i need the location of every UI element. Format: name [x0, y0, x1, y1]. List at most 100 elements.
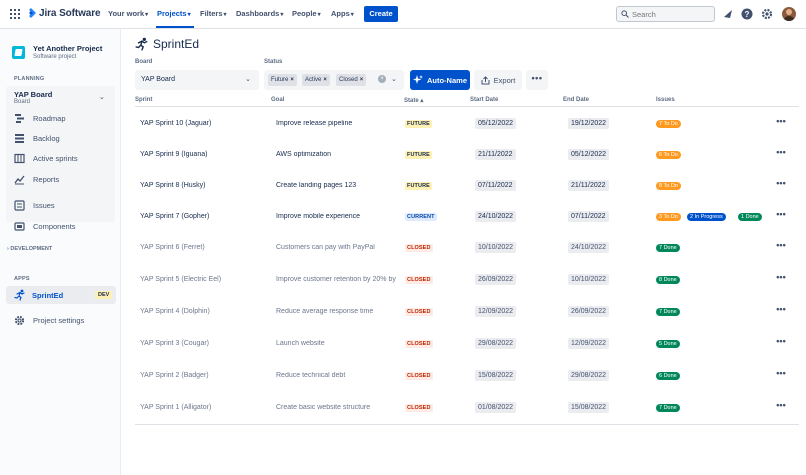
end-date[interactable]: 21/11/2022	[568, 180, 609, 191]
sidebar-item-active-sprints[interactable]: Active sprints	[14, 151, 78, 165]
sprint-goal: Improve customer retention by 20% by	[276, 276, 396, 283]
jira-logo[interactable]: Jira Software	[26, 8, 101, 19]
board-subtitle: Board	[14, 99, 31, 105]
start-date[interactable]: 01/08/2022	[475, 402, 517, 413]
nav-label: Your work	[108, 9, 145, 18]
row-actions-button[interactable]: •••	[772, 304, 790, 318]
column-header-start-date[interactable]: Start Date	[470, 97, 498, 103]
nav-projects[interactable]: Projects▾	[157, 9, 191, 18]
start-date[interactable]: 12/09/2022	[475, 306, 517, 317]
board-select[interactable]: YAP Board ⌄	[135, 70, 259, 90]
development-section[interactable]: › DEVELOPMENT	[7, 246, 52, 252]
sidebar-item-sprinted[interactable]: SprintEd DEV	[6, 286, 116, 304]
table-row[interactable]: YAP Sprint 7 (Gopher) Improve mobile expe…	[135, 202, 799, 233]
column-header-state[interactable]: State ▴	[404, 97, 423, 104]
notifications-icon[interactable]	[722, 8, 734, 20]
table-row[interactable]: YAP Sprint 9 (Iguana) AWS optimization FUT…	[135, 140, 799, 171]
column-header-end-date[interactable]: End Date	[563, 97, 589, 103]
start-date[interactable]: 26/09/2022	[475, 274, 517, 285]
start-date[interactable]: 21/11/2022	[475, 149, 516, 160]
sidebar-item-reports[interactable]: Reports	[14, 172, 59, 186]
table-row[interactable]: YAP Sprint 6 (Ferret) Customers can pay w…	[135, 233, 799, 264]
table-row[interactable]: YAP Sprint 10 (Jaguar) Improve release pi…	[135, 109, 799, 140]
status-chip-active[interactable]: Active ×	[302, 74, 330, 86]
create-button[interactable]: Create	[364, 6, 398, 22]
table-row[interactable]: YAP Sprint 2 (Badger) Reduce technical de…	[135, 361, 799, 392]
row-actions-button[interactable]: •••	[772, 336, 790, 350]
export-button[interactable]: Export	[474, 70, 522, 90]
chevron-down-icon[interactable]: ⌄	[391, 75, 397, 83]
nav-your-work[interactable]: Your work▾	[108, 9, 148, 18]
nav-people[interactable]: People▾	[292, 9, 321, 18]
sidebar-item-project-settings[interactable]: Project settings	[14, 313, 84, 327]
remove-chip-icon[interactable]: ×	[360, 77, 364, 83]
end-date[interactable]: 12/09/2022	[568, 338, 610, 349]
sprint-name[interactable]: YAP Sprint 6 (Ferret)	[140, 244, 205, 251]
sprint-name[interactable]: YAP Sprint 8 (Husky)	[140, 182, 206, 189]
table-row[interactable]: YAP Sprint 3 (Cougar) Launch website CLOSE…	[135, 329, 799, 360]
table-row[interactable]: YAP Sprint 4 (Dolphin) Reduce average res…	[135, 297, 799, 328]
sidebar-item-issues[interactable]: Issues	[14, 198, 55, 212]
sprint-name[interactable]: YAP Sprint 5 (Electric Eel)	[140, 276, 221, 283]
table-row[interactable]: YAP Sprint 5 (Electric Eel) Improve custo…	[135, 265, 799, 296]
end-date[interactable]: 24/10/2022	[568, 242, 610, 253]
nav-apps[interactable]: Apps▾	[331, 9, 354, 18]
end-date[interactable]: 19/12/2022	[568, 118, 610, 129]
end-date[interactable]: 15/08/2022	[568, 402, 610, 413]
sprint-name[interactable]: YAP Sprint 2 (Badger)	[140, 372, 209, 379]
start-date[interactable]: 29/08/2022	[475, 338, 517, 349]
row-actions-button[interactable]: •••	[772, 272, 790, 286]
sidebar-item-components[interactable]: Components	[14, 219, 76, 233]
start-date[interactable]: 24/10/2022	[475, 211, 517, 222]
clear-icon[interactable]: ×	[378, 75, 386, 83]
sprint-name[interactable]: YAP Sprint 3 (Cougar)	[140, 340, 209, 347]
sprint-name[interactable]: YAP Sprint 9 (Iguana)	[140, 151, 207, 158]
search-input[interactable]	[632, 8, 712, 20]
remove-chip-icon[interactable]: ×	[323, 77, 327, 83]
row-actions-button[interactable]: •••	[772, 209, 790, 223]
nav-filters[interactable]: Filters▾	[200, 9, 227, 18]
search-box[interactable]	[616, 6, 715, 22]
app-switcher-icon[interactable]	[10, 9, 20, 19]
row-actions-button[interactable]: •••	[772, 240, 790, 254]
end-date[interactable]: 07/11/2022	[568, 211, 609, 222]
table-row[interactable]: YAP Sprint 8 (Husky) Create landing pages…	[135, 171, 799, 202]
column-header-goal[interactable]: Goal	[271, 97, 284, 103]
row-actions-button[interactable]: •••	[772, 400, 790, 414]
state-lozenge: CURRENT	[405, 213, 437, 221]
end-date[interactable]: 29/08/2022	[568, 370, 610, 381]
status-chip-future[interactable]: Future ×	[268, 74, 297, 86]
sprint-name[interactable]: YAP Sprint 10 (Jaguar)	[140, 120, 211, 127]
end-date[interactable]: 10/10/2022	[568, 274, 610, 285]
row-actions-button[interactable]: •••	[772, 178, 790, 192]
column-header-sprint[interactable]: Sprint	[135, 97, 152, 103]
start-date[interactable]: 15/08/2022	[475, 370, 517, 381]
auto-name-button[interactable]: Auto-Name	[410, 70, 470, 90]
project-name[interactable]: Yet Another Project	[33, 44, 102, 53]
end-date[interactable]: 26/09/2022	[568, 306, 610, 317]
nav-dashboards[interactable]: Dashboards▾	[236, 9, 283, 18]
status-select[interactable]: Future × Active × Closed × × ⌄	[264, 70, 404, 90]
sprint-name[interactable]: YAP Sprint 7 (Gopher)	[140, 213, 209, 220]
sidebar-item-backlog[interactable]: Backlog	[14, 131, 60, 145]
chevron-down-icon[interactable]: ⌄	[99, 93, 105, 101]
help-icon[interactable]: ?	[741, 8, 753, 20]
sprint-name[interactable]: YAP Sprint 4 (Dolphin)	[140, 308, 210, 315]
column-header-issues[interactable]: Issues	[656, 97, 675, 103]
avatar[interactable]	[782, 7, 796, 21]
status-chip-closed[interactable]: Closed ×	[336, 74, 367, 86]
more-actions-button[interactable]: •••	[526, 70, 548, 90]
start-date[interactable]: 05/12/2022	[475, 118, 517, 129]
start-date[interactable]: 10/10/2022	[475, 242, 517, 253]
start-date[interactable]: 07/11/2022	[475, 180, 516, 191]
sprint-name[interactable]: YAP Sprint 1 (Alligator)	[140, 404, 211, 411]
sidebar-item-roadmap[interactable]: Roadmap	[14, 111, 66, 125]
table-row[interactable]: YAP Sprint 1 (Alligator) Create basic web…	[135, 393, 799, 424]
remove-chip-icon[interactable]: ×	[290, 77, 294, 83]
row-actions-button[interactable]: •••	[772, 368, 790, 382]
row-actions-button[interactable]: •••	[772, 147, 790, 161]
end-date[interactable]: 05/12/2022	[568, 149, 610, 160]
row-actions-button[interactable]: •••	[772, 116, 790, 130]
settings-icon[interactable]	[761, 8, 773, 20]
board-title[interactable]: YAP Board	[14, 90, 52, 99]
